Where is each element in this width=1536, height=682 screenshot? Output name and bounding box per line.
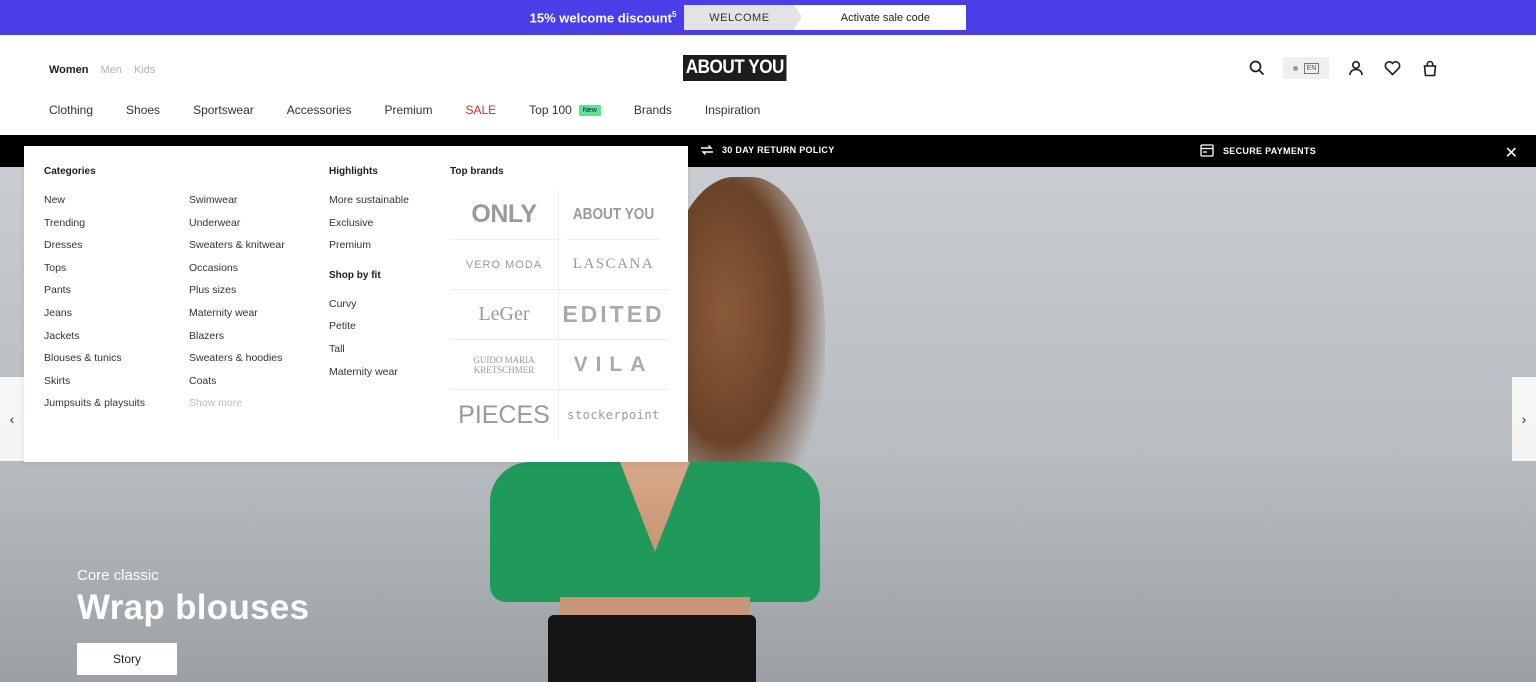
menu-link[interactable]: Sweaters & knitwear <box>189 239 285 262</box>
menu-link[interactable]: Jumpsuits & playsuits <box>44 397 145 420</box>
return-icon <box>701 145 713 155</box>
menu-link[interactable]: Skirts <box>44 375 145 398</box>
menu-link[interactable]: Underwear <box>189 217 285 240</box>
payment-icon <box>1200 144 1214 157</box>
brand-logo-stockerpoint[interactable]: stockerpoint <box>559 390 668 440</box>
show-more-link[interactable]: Show more <box>189 397 285 420</box>
menu-link[interactable]: Pants <box>44 284 145 307</box>
activate-code-button[interactable]: Activate sale code <box>794 12 966 24</box>
nav-shoes[interactable]: Shoes <box>126 103 160 117</box>
menu-link[interactable]: Premium <box>329 239 409 262</box>
gender-tabs: Women Men Kids <box>49 64 155 76</box>
promo-bar: 15% welcome discount5 WELCOME Activate s… <box>0 0 1536 35</box>
brand-logo-only[interactable]: ONLY <box>450 190 559 240</box>
bag-icon[interactable] <box>1419 58 1440 79</box>
nav-sale[interactable]: SALE <box>465 103 496 117</box>
hero-title: Wrap blouses <box>77 588 310 627</box>
shop-by-fit-title: Shop by fit <box>329 269 381 281</box>
tab-women[interactable]: Women <box>49 64 89 76</box>
tab-men[interactable]: Men <box>101 64 122 76</box>
brand-logo-about-you[interactable]: ABOUT YOU <box>567 190 660 240</box>
secure-payments: SECURE PAYMENTS <box>1200 144 1316 157</box>
menu-link[interactable]: More sustainable <box>329 194 409 217</box>
brand-logo-leger[interactable]: LeGer <box>450 290 559 340</box>
nav-inspiration[interactable]: Inspiration <box>705 103 760 117</box>
top-brands-title: Top brands <box>450 166 504 177</box>
menu-link[interactable]: Curvy <box>329 298 409 321</box>
menu-link[interactable]: Maternity wear <box>189 307 285 330</box>
menu-link[interactable]: Petite <box>329 320 409 343</box>
carousel-prev-button[interactable]: ‹ <box>0 377 24 461</box>
top-brands-column: Top brands <box>450 166 504 187</box>
menu-link[interactable]: Blazers <box>189 330 285 353</box>
carousel-next-button[interactable]: › <box>1512 377 1536 461</box>
hero-subtitle: Core classic <box>77 567 159 584</box>
menu-link[interactable]: Coats <box>189 375 285 398</box>
clothing-mega-menu: Categories New Trending Dresses Tops Pan… <box>24 146 688 462</box>
hero-model-skirt <box>548 615 756 682</box>
menu-link[interactable]: Blouses & tunics <box>44 352 145 375</box>
brand-logo-vero-moda[interactable]: VERO MODA <box>450 240 559 290</box>
categories-title: Categories <box>44 166 96 177</box>
menu-link[interactable]: Jeans <box>44 307 145 330</box>
main-nav: Clothing Shoes Sportswear Accessories Pr… <box>49 103 793 141</box>
brand-logo-pieces[interactable]: PIECES <box>450 390 559 440</box>
return-policy-text: 30 DAY RETURN POLICY <box>722 145 835 155</box>
brand-logo-lascana[interactable]: LASCANA <box>559 240 668 290</box>
menu-link[interactable]: New <box>44 194 145 217</box>
categories-column-2: x Swimwear Underwear Sweaters & knitwear… <box>189 166 285 420</box>
menu-link[interactable]: Jackets <box>44 330 145 353</box>
chevron-right-icon: › <box>1521 411 1527 427</box>
story-button[interactable]: Story <box>77 643 177 675</box>
menu-link[interactable]: Tall <box>329 343 409 366</box>
chevron-left-icon: ‹ <box>9 411 15 427</box>
nav-sportswear[interactable]: Sportswear <box>193 103 254 117</box>
nav-accessories[interactable]: Accessories <box>287 103 352 117</box>
heart-icon[interactable] <box>1382 58 1403 79</box>
promo-text: 15% welcome discount5 <box>529 9 677 26</box>
promo-code-box[interactable]: WELCOME Activate sale code <box>684 5 967 30</box>
menu-link[interactable]: Sweaters & hoodies <box>189 352 285 375</box>
brand-logo-guido-maria-kretschmer[interactable]: GUIDO MARIA KRETSCHMER <box>450 340 559 390</box>
new-badge: New <box>578 104 601 116</box>
user-icon[interactable] <box>1345 58 1366 79</box>
menu-link[interactable]: Swimwear <box>189 194 285 217</box>
categories-column-1: Categories New Trending Dresses Tops Pan… <box>44 166 145 420</box>
menu-link[interactable]: Occasions <box>189 262 285 285</box>
highlights-title: Highlights <box>329 166 378 177</box>
search-icon[interactable] <box>1246 58 1267 79</box>
nav-top100[interactable]: Top 100 New <box>529 103 601 117</box>
logo[interactable]: ABOUT YOU <box>683 55 798 81</box>
nav-brands[interactable]: Brands <box>634 103 672 117</box>
header: Women Men Kids ABOUT YOU EN Clothing Sho… <box>0 35 1536 141</box>
tab-kids[interactable]: Kids <box>134 64 155 76</box>
nav-premium[interactable]: Premium <box>384 103 432 117</box>
brand-logo-edited[interactable]: EDITED <box>559 290 668 340</box>
language-label: EN <box>1303 62 1320 74</box>
return-policy: 30 DAY RETURN POLICY <box>700 144 835 156</box>
flag-icon <box>1292 65 1298 71</box>
brand-logo-vila[interactable]: VILA <box>559 340 668 390</box>
header-icons: EN <box>1246 57 1440 79</box>
nav-top100-label: Top 100 <box>529 103 572 117</box>
menu-link[interactable]: Plus sizes <box>189 284 285 307</box>
menu-link[interactable]: Dresses <box>44 239 145 262</box>
menu-link[interactable]: Maternity wear <box>329 366 409 389</box>
menu-link[interactable]: Trending <box>44 217 145 240</box>
menu-link[interactable]: Tops <box>44 262 145 285</box>
hero-model-shirt <box>490 462 820 602</box>
close-icon[interactable]: ✕ <box>1505 143 1518 163</box>
logo-text: ABOUT YOU <box>683 55 787 81</box>
language-switch[interactable]: EN <box>1283 57 1329 79</box>
highlights-column: Highlights More sustainable Exclusive Pr… <box>329 166 409 388</box>
menu-link[interactable]: Exclusive <box>329 217 409 240</box>
brand-grid: ONLY ABOUT YOU VERO MODA LASCANA LeGer E… <box>450 190 668 440</box>
nav-clothing[interactable]: Clothing <box>49 103 98 141</box>
promo-code: WELCOME <box>684 5 803 30</box>
secure-payments-text: SECURE PAYMENTS <box>1223 145 1317 156</box>
